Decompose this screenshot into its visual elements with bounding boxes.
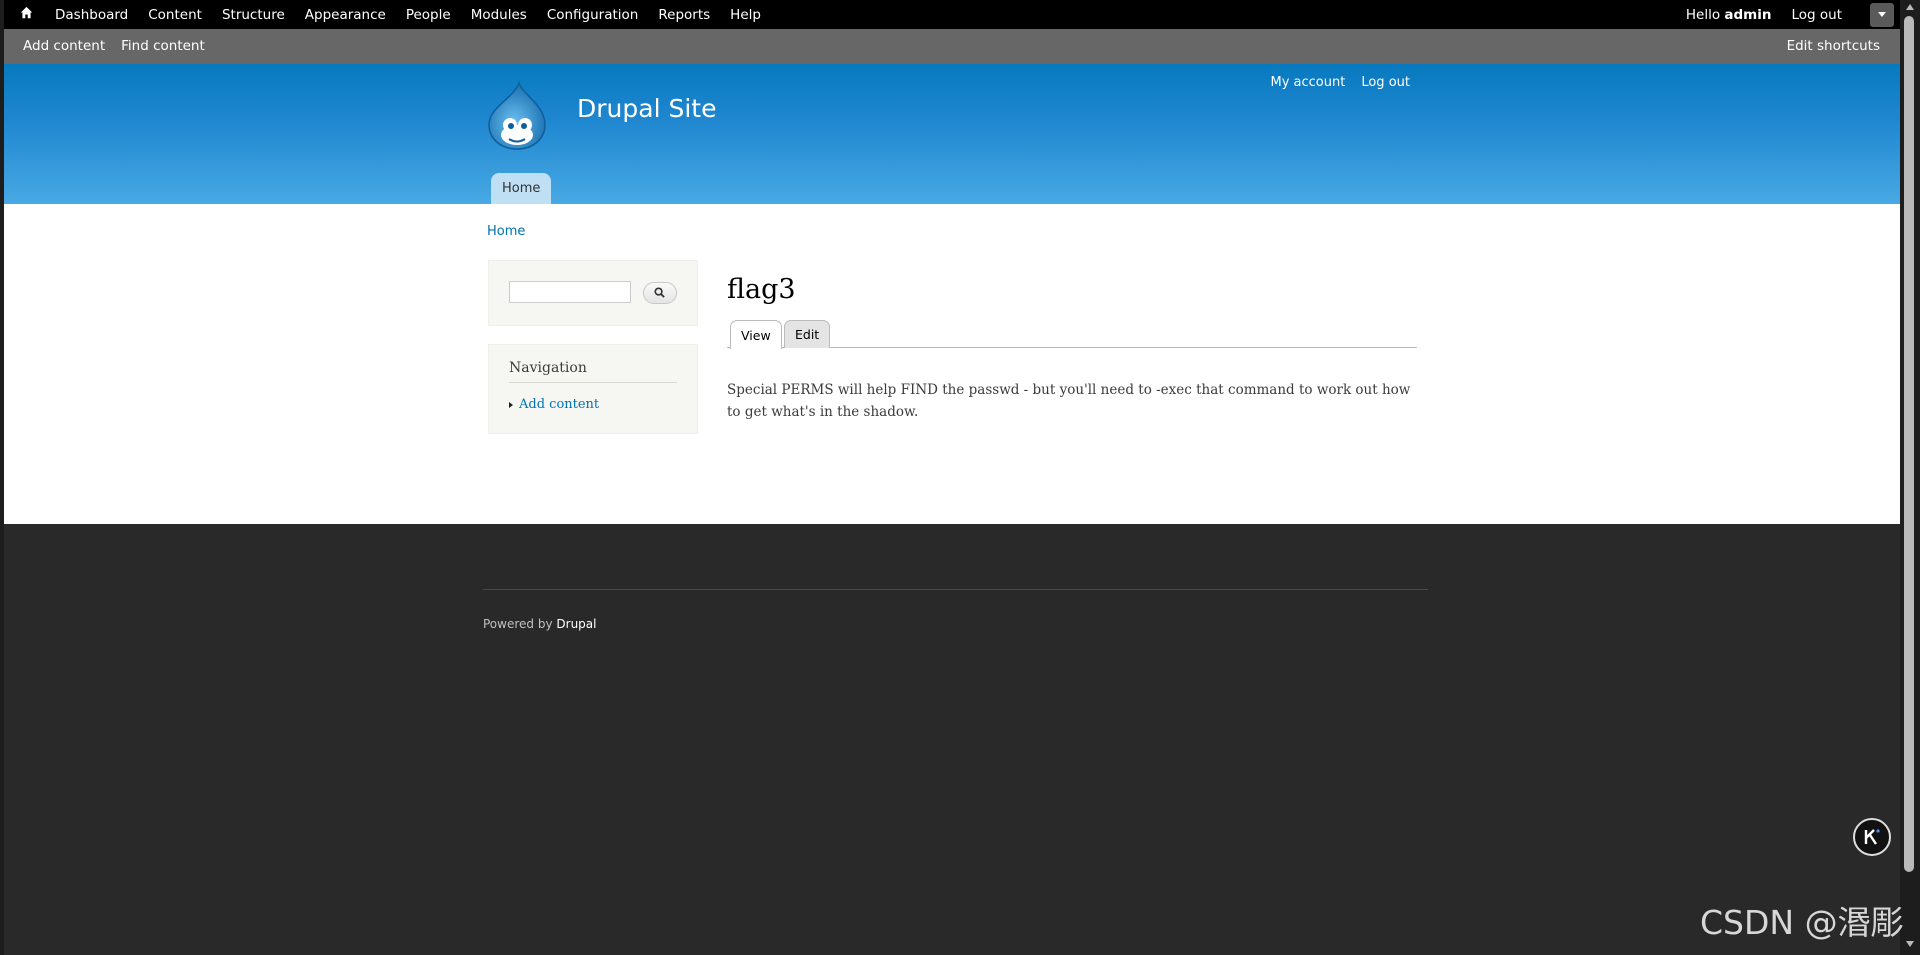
admin-menu-structure[interactable]: Structure <box>222 7 285 23</box>
tabs-divider <box>727 347 1417 348</box>
page-title: flag3 <box>727 274 796 305</box>
header-logout-link[interactable]: Log out <box>1361 75 1410 90</box>
secondary-menu: My account Log out <box>1255 75 1411 90</box>
navigation-title: Navigation <box>509 360 677 383</box>
toolbar-logout-link[interactable]: Log out <box>1791 7 1842 23</box>
admin-menu-appearance[interactable]: Appearance <box>305 7 386 23</box>
hello-prefix: Hello <box>1685 6 1721 23</box>
site-name[interactable]: Drupal Site <box>577 94 716 123</box>
admin-menu: Dashboard Content Structure Appearance P… <box>55 0 781 29</box>
shortcuts-bar: Add content Find content Edit shortcuts <box>4 29 1900 64</box>
admin-menu-modules[interactable]: Modules <box>471 7 527 23</box>
nav-item-label[interactable]: Add content <box>519 397 599 412</box>
drupal-logo-icon[interactable] <box>485 80 549 153</box>
admin-menu-reports[interactable]: Reports <box>658 7 710 23</box>
footer-divider <box>483 589 1428 590</box>
edit-shortcuts-link[interactable]: Edit shortcuts <box>1787 29 1880 62</box>
main-menu-home[interactable]: Home <box>491 173 552 204</box>
hello-user: Hello admin <box>1686 7 1772 23</box>
navigation-block: Navigation Add content <box>488 344 698 434</box>
page-scrollbar[interactable] <box>1900 0 1920 955</box>
admin-toolbar: Dashboard Content Structure Appearance P… <box>4 0 1900 29</box>
node-body: Special PERMS will help FIND the passwd … <box>727 382 1411 420</box>
home-icon[interactable] <box>20 6 36 22</box>
scroll-down-icon[interactable] <box>1905 940 1915 948</box>
search-block <box>488 260 698 326</box>
nav-item-add-content[interactable]: Add content <box>509 397 599 412</box>
tab-edit[interactable]: Edit <box>784 320 831 348</box>
toolbar-user: Hello admin Log out <box>1686 0 1842 29</box>
breadcrumb-home[interactable]: Home <box>487 224 525 239</box>
search-input[interactable] <box>509 281 631 303</box>
admin-menu-dashboard[interactable]: Dashboard <box>55 7 128 23</box>
search-button[interactable] <box>643 282 677 304</box>
drupal-link[interactable]: Drupal <box>556 617 596 631</box>
admin-menu-help[interactable]: Help <box>730 7 761 23</box>
admin-menu-configuration[interactable]: Configuration <box>547 7 639 23</box>
username[interactable]: admin <box>1724 7 1771 23</box>
scrollbar-thumb[interactable] <box>1904 16 1914 872</box>
scroll-up-icon[interactable] <box>1905 3 1915 11</box>
main-content-area: Home Navigation Add content flag3 View E… <box>4 204 1900 524</box>
tab-view[interactable]: View <box>730 320 782 349</box>
powered-by-label: Powered by <box>483 617 553 631</box>
toolbar-toggle-button[interactable] <box>1870 3 1894 27</box>
footer-powered-by: Powered by Drupal <box>483 617 596 631</box>
shortcut-find-content[interactable]: Find content <box>121 38 205 54</box>
browser-viewport: Dashboard Content Structure Appearance P… <box>4 0 1900 955</box>
admin-menu-content[interactable]: Content <box>148 7 202 23</box>
triangle-right-icon <box>509 401 513 408</box>
site-header: Drupal Site My account Log out Home <box>4 64 1900 204</box>
admin-menu-people[interactable]: People <box>406 7 451 23</box>
csdn-watermark: CSDN @湣彫 <box>1700 903 1904 942</box>
assistant-k-icon[interactable] <box>1853 818 1891 856</box>
my-account-link[interactable]: My account <box>1271 75 1346 90</box>
shortcut-add-content[interactable]: Add content <box>23 38 105 54</box>
search-icon <box>654 287 665 298</box>
chevron-down-icon <box>1878 12 1886 17</box>
